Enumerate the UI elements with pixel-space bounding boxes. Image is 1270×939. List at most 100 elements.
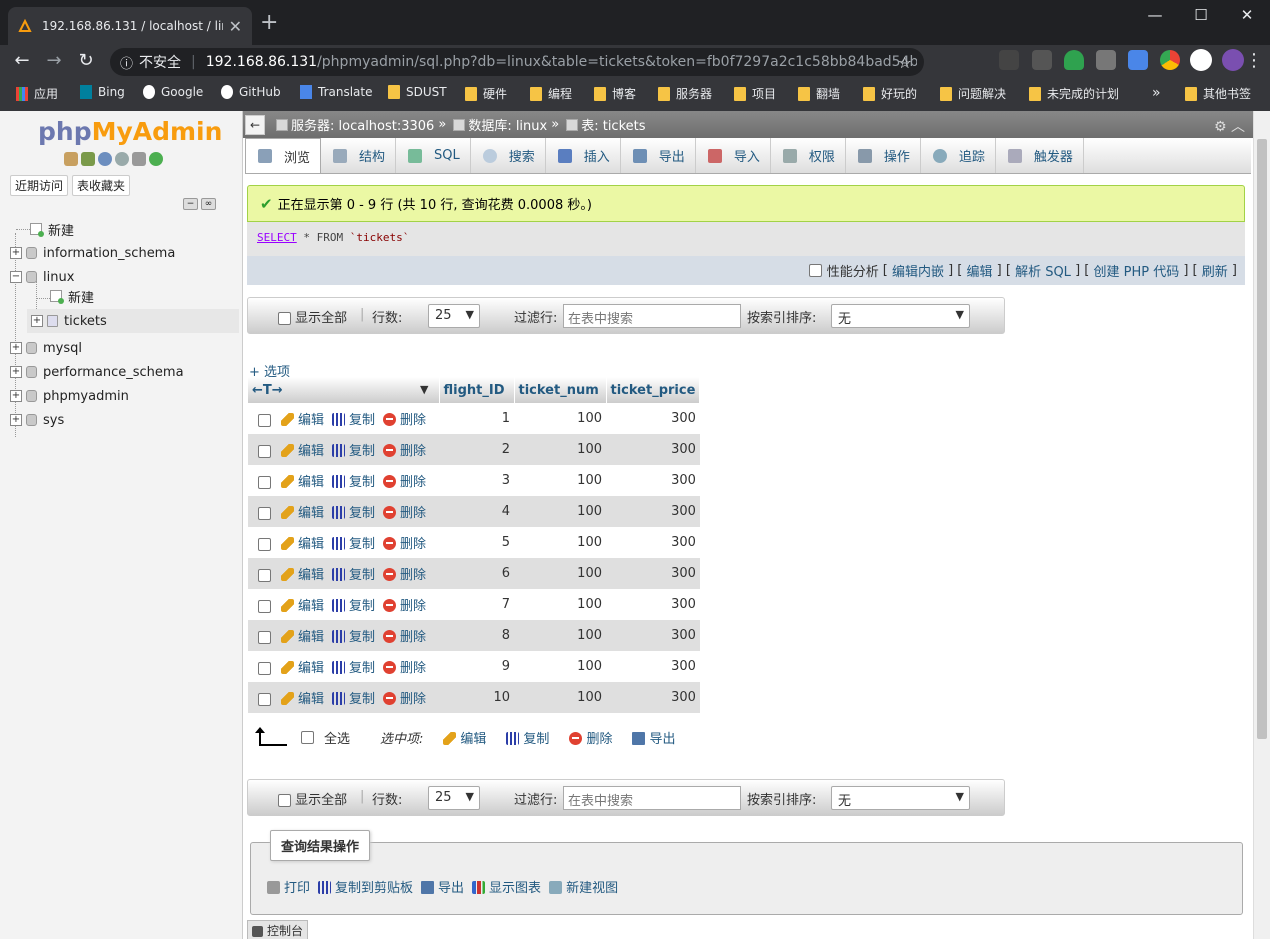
- row-checkbox[interactable]: [258, 476, 271, 489]
- explain-sql-link[interactable]: 解析 SQL: [1015, 261, 1071, 280]
- extension-paw-icon[interactable]: [999, 50, 1019, 70]
- cell-ticket-num[interactable]: 100: [514, 465, 606, 496]
- show-all-checkbox[interactable]: 显示全部: [278, 789, 347, 808]
- rows-select[interactable]: 25 ▼: [428, 304, 480, 328]
- collapse-nav-icon[interactable]: ←: [245, 114, 265, 135]
- expand-icon[interactable]: +: [10, 366, 22, 378]
- select-all-checkbox[interactable]: [301, 731, 314, 744]
- cell-ticket-num[interactable]: 100: [514, 589, 606, 620]
- cell-ticket-num[interactable]: 100: [514, 558, 606, 589]
- table-row[interactable]: 编辑 复制 删除 4 100 300: [248, 496, 700, 527]
- tab-export[interactable]: 导出: [621, 138, 696, 173]
- table-row[interactable]: 编辑 复制 删除 1 100 300: [248, 403, 700, 434]
- row-edit-button[interactable]: 编辑: [281, 630, 324, 645]
- logout-icon[interactable]: [81, 152, 95, 166]
- bookmark-folder-todo[interactable]: 未完成的计划: [1029, 85, 1119, 102]
- extension-chrome-icon[interactable]: [1160, 50, 1180, 70]
- phpmyadmin-logo[interactable]: phpMyAdmin: [38, 117, 222, 146]
- close-window-icon[interactable]: ✕: [1232, 6, 1262, 24]
- reload-icon[interactable]: ↻: [74, 49, 98, 73]
- forward-icon[interactable]: →: [42, 49, 66, 73]
- settings-gear-icon[interactable]: [132, 152, 146, 166]
- tab-tracking[interactable]: 追踪: [921, 138, 996, 173]
- expand-icon[interactable]: +: [10, 342, 22, 354]
- row-checkbox[interactable]: [258, 662, 271, 675]
- expand-icon[interactable]: +: [31, 315, 43, 327]
- bookmark-folder-server[interactable]: 服务器: [658, 85, 712, 102]
- column-resize-header[interactable]: ←T→ ▼: [248, 377, 440, 403]
- table-row[interactable]: 编辑 复制 删除 6 100 300: [248, 558, 700, 589]
- row-edit-button[interactable]: 编辑: [281, 413, 324, 428]
- profiling-checkbox[interactable]: [808, 264, 822, 277]
- table-row[interactable]: 编辑 复制 删除 2 100 300: [248, 434, 700, 465]
- bookmark-translate[interactable]: Translate: [300, 85, 373, 99]
- cell-flight-id[interactable]: 3: [439, 465, 514, 496]
- tree-db-sys[interactable]: + sys: [10, 410, 64, 430]
- bulk-edit-button[interactable]: 编辑: [443, 728, 486, 747]
- tab-sql[interactable]: SQL: [396, 138, 471, 173]
- collapse-all-icon[interactable]: −: [183, 198, 198, 210]
- row-delete-button[interactable]: 删除: [383, 413, 426, 428]
- print-link[interactable]: 打印: [267, 877, 310, 896]
- edit-query-link[interactable]: 编辑: [967, 261, 993, 280]
- bookmark-folder-proxy[interactable]: 翻墙: [798, 85, 840, 102]
- row-delete-button[interactable]: 删除: [383, 444, 426, 459]
- row-delete-button[interactable]: 删除: [383, 661, 426, 676]
- row-edit-button[interactable]: 编辑: [281, 444, 324, 459]
- maximize-icon[interactable]: ☐: [1186, 6, 1216, 24]
- table-row[interactable]: 编辑 复制 删除 9 100 300: [248, 651, 700, 682]
- settings-gear-icon[interactable]: ⚙ ︿: [1214, 116, 1245, 136]
- bulk-export-button[interactable]: 导出: [632, 728, 675, 747]
- sort-select[interactable]: 无 ▼: [831, 786, 970, 810]
- row-edit-button[interactable]: 编辑: [281, 475, 324, 490]
- row-delete-button[interactable]: 删除: [383, 537, 426, 552]
- bulk-delete-button[interactable]: 删除: [569, 728, 612, 747]
- tab-privileges[interactable]: 权限: [771, 138, 846, 173]
- cell-ticket-price[interactable]: 300: [606, 403, 700, 434]
- bookmark-folder-other[interactable]: 其他书签: [1185, 85, 1251, 102]
- create-view-link[interactable]: 新建视图: [549, 877, 618, 896]
- cell-ticket-price[interactable]: 300: [606, 651, 700, 682]
- bookmark-folder-sdust[interactable]: SDUST: [388, 85, 447, 99]
- column-menu-icon[interactable]: ▼: [420, 383, 428, 396]
- row-edit-button[interactable]: 编辑: [281, 537, 324, 552]
- browser-tab[interactable]: 192.168.86.131 / localhost / linu ✕: [8, 7, 252, 45]
- row-delete-button[interactable]: 删除: [383, 475, 426, 490]
- header-ticket-num[interactable]: ticket_num: [514, 377, 607, 403]
- tree-db-performance-schema[interactable]: + performance_schema: [10, 362, 184, 382]
- cell-ticket-price[interactable]: 300: [606, 620, 700, 651]
- filter-input[interactable]: 在表中搜索: [563, 304, 741, 328]
- cell-flight-id[interactable]: 7: [439, 589, 514, 620]
- row-copy-button[interactable]: 复制: [332, 568, 375, 583]
- tree-new-database[interactable]: 新建: [30, 219, 74, 239]
- collapse-icon[interactable]: −: [10, 271, 22, 283]
- row-checkbox[interactable]: [258, 414, 271, 427]
- tab-browse[interactable]: 浏览: [245, 138, 322, 173]
- tree-db-mysql[interactable]: + mysql: [10, 338, 82, 358]
- info-icon[interactable]: ⓘ: [120, 53, 133, 72]
- row-checkbox[interactable]: [258, 693, 271, 706]
- table-row[interactable]: 编辑 复制 删除 7 100 300: [248, 589, 700, 620]
- cell-ticket-price[interactable]: 300: [606, 465, 700, 496]
- cell-ticket-num[interactable]: 100: [514, 620, 606, 651]
- tab-structure[interactable]: 结构: [321, 138, 397, 173]
- tree-table-tickets[interactable]: + tickets: [27, 309, 239, 333]
- row-copy-button[interactable]: 复制: [332, 599, 375, 614]
- extension-shield-icon[interactable]: [1064, 50, 1084, 70]
- row-copy-button[interactable]: 复制: [332, 630, 375, 645]
- extension-dot-icon[interactable]: [1032, 50, 1052, 70]
- row-delete-button[interactable]: 删除: [383, 506, 426, 521]
- tab-triggers[interactable]: 触发器: [996, 138, 1084, 173]
- cell-ticket-num[interactable]: 100: [514, 403, 606, 434]
- cell-ticket-price[interactable]: 300: [606, 682, 700, 713]
- tab-operations[interactable]: 操作: [846, 138, 921, 173]
- scrollbar-thumb[interactable]: [1257, 139, 1267, 739]
- display-chart-link[interactable]: 显示图表: [472, 877, 541, 896]
- row-edit-button[interactable]: 编辑: [281, 692, 324, 707]
- crumb-server[interactable]: 服务器: localhost:3306: [291, 115, 434, 134]
- row-checkbox[interactable]: [258, 507, 271, 520]
- crumb-database[interactable]: 数据库: linux: [468, 115, 547, 134]
- tree-db-linux[interactable]: − linux: [10, 267, 74, 287]
- row-copy-button[interactable]: 复制: [332, 661, 375, 676]
- row-edit-button[interactable]: 编辑: [281, 568, 324, 583]
